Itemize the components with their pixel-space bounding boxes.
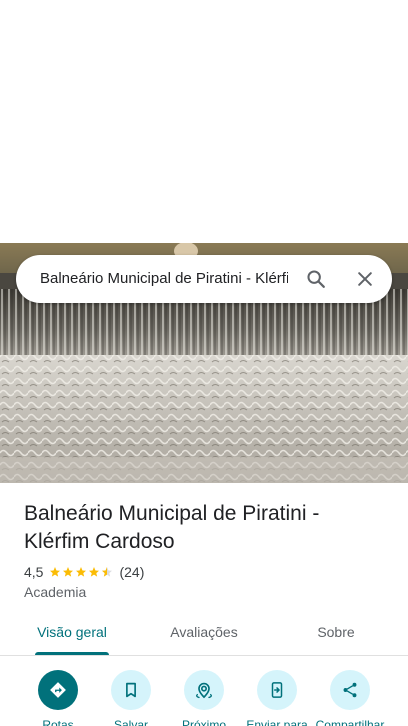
search-icon — [307, 270, 325, 288]
place-title: Balneário Municipal de Piratini - Klérfi… — [24, 502, 320, 553]
star-half-icon — [102, 567, 113, 577]
tab-bar: Visão geral Avaliações Sobre — [0, 612, 408, 656]
tab-overview[interactable]: Visão geral — [24, 612, 120, 654]
star-rating — [49, 566, 114, 578]
search-input[interactable]: Balneário Municipal de Piratini - Klérfi… — [40, 255, 288, 303]
rating-row[interactable]: 4,5 (24) — [24, 563, 144, 581]
action-label: Rotas — [42, 718, 74, 726]
place-category[interactable]: Academia — [24, 584, 86, 600]
search-bar[interactable]: Balneário Municipal de Piratini - Klérfi… — [16, 255, 392, 303]
star-icon — [63, 567, 74, 577]
share-button[interactable]: Compartilhar — [312, 668, 388, 726]
nearby-button[interactable]: Próximo — [166, 668, 242, 726]
share-icon — [343, 682, 357, 698]
action-label: Próximo — [181, 718, 226, 726]
star-icon — [76, 567, 87, 577]
rating-value: 4,5 — [24, 564, 44, 580]
search-button[interactable] — [300, 263, 332, 295]
send-to-phone-icon — [271, 682, 283, 698]
action-label: Compartilhar — [315, 718, 385, 726]
review-count[interactable]: (24) — [119, 564, 144, 580]
action-label: Salvar — [113, 718, 148, 726]
bookmark-icon — [126, 682, 136, 698]
directions-icon — [50, 682, 66, 698]
action-buttons: Rotas Salvar Próximo Enviar para Compart… — [0, 668, 408, 726]
nearby-icon — [196, 682, 212, 699]
tab-about[interactable]: Sobre — [296, 612, 376, 654]
star-icon — [89, 567, 100, 577]
directions-button[interactable]: Rotas — [20, 668, 96, 726]
action-label: Enviar para — [246, 718, 308, 726]
clear-search-button[interactable] — [349, 263, 381, 295]
tab-reviews[interactable]: Avaliações — [152, 612, 256, 654]
star-icon — [50, 567, 61, 577]
send-to-phone-button[interactable]: Enviar para — [239, 668, 315, 726]
map-area[interactable] — [0, 0, 408, 243]
save-button[interactable]: Salvar — [93, 668, 169, 726]
active-tab-indicator — [35, 652, 109, 655]
close-icon — [358, 272, 372, 286]
